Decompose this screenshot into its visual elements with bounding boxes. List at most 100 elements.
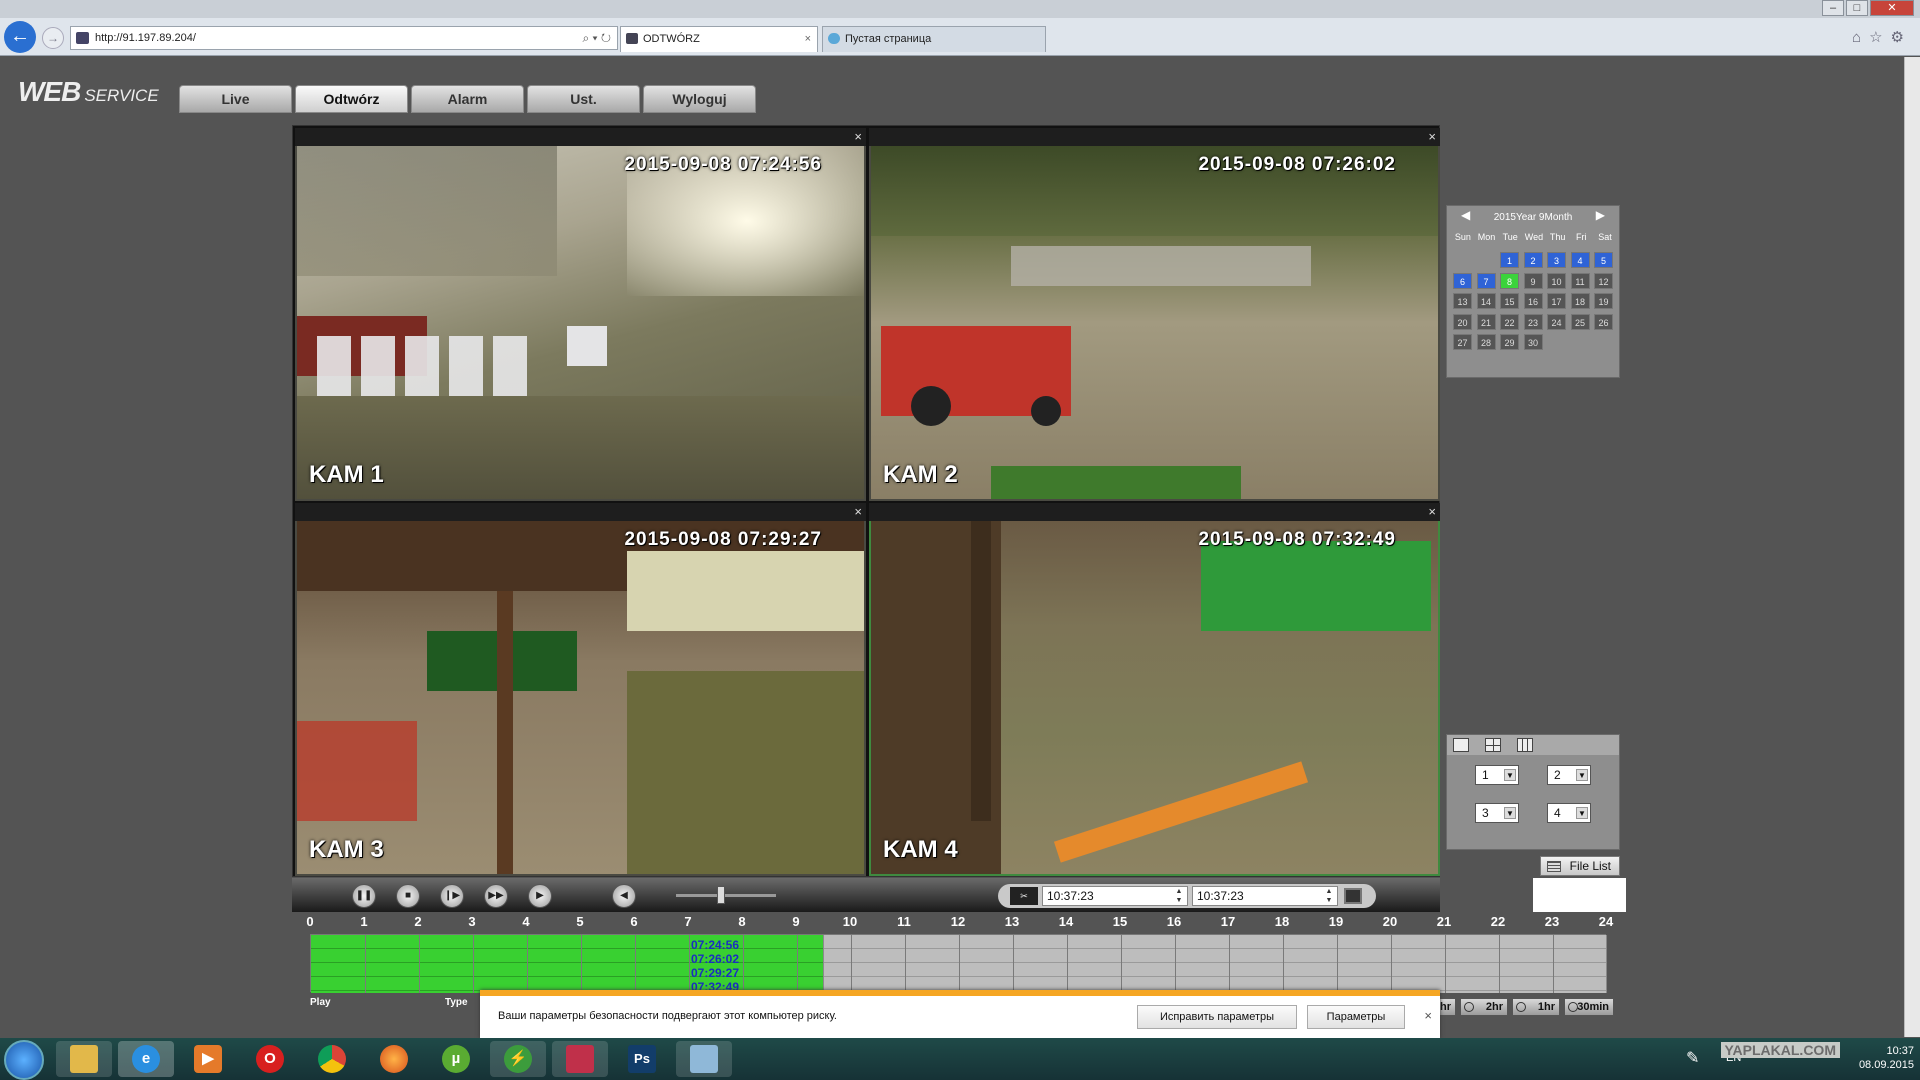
nav-tab-live[interactable]: Live — [179, 85, 292, 113]
calendar-day[interactable]: 5 — [1594, 252, 1613, 268]
layout-9-icon[interactable] — [1517, 738, 1533, 752]
start-button[interactable] — [4, 1040, 44, 1080]
calendar-day[interactable]: 25 — [1570, 313, 1590, 330]
taskbar-chrome[interactable] — [304, 1041, 360, 1077]
calendar-day[interactable]: 18 — [1570, 293, 1590, 309]
calendar-day[interactable]: 4 — [1570, 252, 1590, 268]
taskbar-photoshop[interactable]: Ps — [614, 1041, 670, 1077]
tray-clock[interactable]: 10:37 08.09.2015 — [1859, 1044, 1914, 1072]
calendar-day[interactable]: 23 — [1523, 313, 1543, 330]
close-icon[interactable]: × — [1428, 128, 1436, 146]
channel-select-1[interactable]: 1 ▼ — [1475, 765, 1519, 785]
calendar-day[interactable]: 6 — [1453, 272, 1472, 289]
taskbar-opera[interactable]: O — [242, 1041, 298, 1077]
calendar-day[interactable]: 16 — [1523, 293, 1543, 309]
calendar-day[interactable]: 9 — [1523, 272, 1543, 289]
tab-close-icon[interactable]: × — [805, 27, 811, 51]
calendar-day[interactable]: 30 — [1523, 334, 1543, 350]
calendar-day[interactable]: 12 — [1594, 272, 1613, 289]
tab-odtworz[interactable]: ODTWÓRZ × — [620, 26, 818, 52]
volume-slider-track[interactable] — [676, 894, 776, 897]
close-icon[interactable]: × — [1424, 1008, 1432, 1023]
end-time-field[interactable]: 10:37:23 ▲ ▼ — [1192, 886, 1338, 906]
start-time-field[interactable]: 10:37:23 ▲ ▼ — [1042, 886, 1188, 906]
calendar-day[interactable]: 13 — [1453, 293, 1472, 309]
taskbar-torrent-alt[interactable]: ⚡ — [490, 1041, 546, 1077]
camera-view-4[interactable]: × 2015-09-08 07:32:49 KAM 4 — [869, 503, 1440, 876]
close-window-button[interactable]: ✕ — [1870, 0, 1914, 16]
taskbar-firefox[interactable] — [366, 1041, 422, 1077]
calendar-day[interactable]: 26 — [1594, 313, 1613, 330]
page-scrollbar[interactable] — [1904, 57, 1920, 1037]
empty-segment[interactable] — [824, 935, 1607, 993]
address-bar[interactable]: http://91.197.89.204/ ⌕ ▾ ↻ — [70, 26, 618, 50]
calendar-day[interactable]: 3 — [1547, 252, 1566, 268]
layout-1-icon[interactable] — [1453, 738, 1469, 752]
volume-slider-knob[interactable] — [717, 886, 725, 904]
save-icon[interactable] — [1344, 888, 1362, 904]
back-button[interactable]: ← — [4, 21, 36, 53]
address-tools-icon[interactable]: ⌕ ▾ ↻ — [582, 27, 611, 49]
zoom-2hr-button[interactable]: 2hr — [1460, 998, 1508, 1016]
calendar-next-icon[interactable]: ▶ — [1596, 208, 1605, 222]
taskbar-internet-explorer[interactable]: e — [118, 1041, 174, 1077]
settings-button[interactable]: Параметры — [1307, 1005, 1405, 1029]
close-icon[interactable]: × — [1428, 503, 1436, 521]
slow-play-button[interactable]: ▶ — [528, 884, 552, 908]
minimize-button[interactable]: – — [1822, 0, 1844, 16]
taskbar-utorrent[interactable]: µ — [428, 1041, 484, 1077]
zoom-30min-button[interactable]: 30min — [1564, 998, 1614, 1016]
calendar-day[interactable]: 21 — [1476, 313, 1496, 330]
camera-view-3[interactable]: × 2015-09-08 07:29:27 KAM 3 — [295, 503, 866, 876]
calendar-day[interactable]: 27 — [1453, 334, 1472, 350]
calendar-day[interactable]: 14 — [1476, 293, 1496, 309]
calendar-prev-icon[interactable]: ◀ — [1461, 208, 1470, 222]
calendar-day[interactable]: 22 — [1500, 313, 1519, 330]
stop-button[interactable]: ■ — [396, 884, 420, 908]
calendar-day[interactable]: 1 — [1500, 252, 1519, 268]
volume-icon[interactable]: ◀ — [612, 884, 636, 908]
taskbar-media-player[interactable]: ▶ — [180, 1041, 236, 1077]
forward-button[interactable]: → — [42, 27, 64, 49]
calendar-day[interactable]: 11 — [1570, 272, 1590, 289]
taskbar-calendar-app[interactable] — [552, 1041, 608, 1077]
calendar-day[interactable]: 20 — [1453, 313, 1472, 330]
channel-select-2[interactable]: 2 ▼ — [1547, 765, 1591, 785]
taskbar-explorer[interactable] — [56, 1041, 112, 1077]
timeline-grid[interactable] — [310, 934, 1607, 993]
nav-tab-wyloguj[interactable]: Wyloguj — [643, 85, 756, 113]
favorites-star-icon[interactable]: ☆ — [1869, 29, 1890, 46]
nav-tab-ust[interactable]: Ust. — [527, 85, 640, 113]
pen-icon[interactable]: ✎ — [1686, 1048, 1699, 1068]
taskbar-paint[interactable] — [676, 1041, 732, 1077]
calendar-day[interactable]: 10 — [1547, 272, 1566, 289]
zoom-1hr-button[interactable]: 1hr — [1512, 998, 1560, 1016]
channel-select-4[interactable]: 4 ▼ — [1547, 803, 1591, 823]
time-spinner-icon[interactable]: ▲ ▼ — [1173, 887, 1185, 905]
layout-4-icon[interactable] — [1485, 738, 1501, 752]
calendar-day[interactable]: 29 — [1500, 334, 1519, 350]
calendar-day[interactable]: 7 — [1476, 272, 1496, 289]
nav-tab-alarm[interactable]: Alarm — [411, 85, 524, 113]
step-frame-button[interactable]: ❙▶ — [440, 884, 464, 908]
camera-view-2[interactable]: × 2015-09-08 07:26:02 KAM 2 — [869, 128, 1440, 501]
settings-gear-icon[interactable]: ⚙ — [1891, 29, 1912, 46]
nav-tab-odtworz[interactable]: Odtwórz — [295, 85, 408, 113]
pause-button[interactable]: ❚❚ — [352, 884, 376, 908]
calendar-day[interactable]: 19 — [1594, 293, 1613, 309]
camera-view-1[interactable]: × 2015-09-08 07:24:56 KAM 1 — [295, 128, 866, 501]
fast-forward-button[interactable]: ▶▶ — [484, 884, 508, 908]
clip-icon[interactable]: ✂ — [1010, 887, 1038, 905]
calendar-day[interactable]: 15 — [1500, 293, 1519, 309]
fix-settings-button[interactable]: Исправить параметры — [1137, 1005, 1297, 1029]
recorded-segment[interactable] — [311, 935, 824, 993]
tab-blank[interactable]: Пустая страница — [822, 26, 1046, 52]
channel-select-3[interactable]: 3 ▼ — [1475, 803, 1519, 823]
maximize-button[interactable]: □ — [1846, 0, 1868, 16]
file-list-button[interactable]: File List — [1540, 856, 1620, 876]
close-icon[interactable]: × — [854, 503, 862, 521]
calendar-day[interactable]: 2 — [1523, 252, 1543, 268]
time-spinner-icon[interactable]: ▲ ▼ — [1323, 887, 1335, 905]
calendar-day[interactable]: 8 — [1500, 272, 1519, 289]
calendar-day[interactable]: 24 — [1547, 313, 1566, 330]
